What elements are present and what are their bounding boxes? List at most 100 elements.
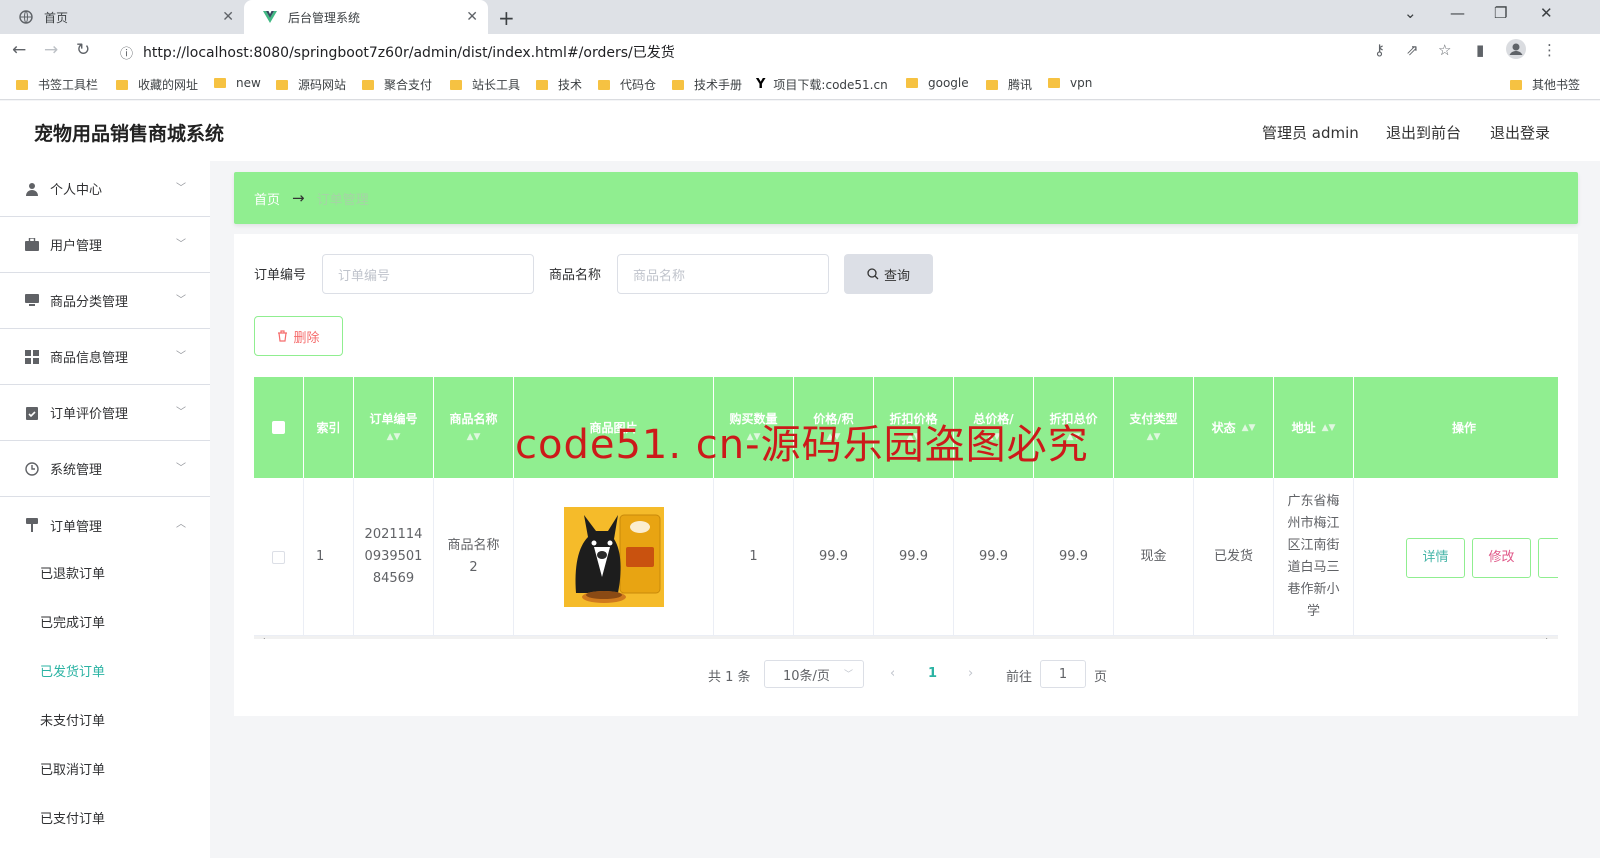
restore-icon[interactable]: ❐ <box>1494 4 1507 22</box>
sidebar-item-orders[interactable]: 订单管理 ︿ <box>0 497 210 553</box>
detail-button[interactable]: 详情 <box>1406 538 1465 578</box>
cell-discount-total: 99.9 <box>1034 478 1114 636</box>
sort-icon[interactable]: ▲▼ <box>1147 428 1161 446</box>
browser-tab-title: 首页 <box>44 10 69 25</box>
folder-icon <box>450 79 462 90</box>
chevron-down-icon: ﹀ <box>176 351 186 362</box>
bookmark-item[interactable]: 书签工具栏 <box>16 76 98 93</box>
share-icon[interactable]: ⇗ <box>1406 41 1419 59</box>
delete-button[interactable]: 删除 <box>254 316 343 356</box>
profile-icon[interactable] <box>1506 39 1526 63</box>
sidebar-subitem-refunded[interactable]: 已退款订单 <box>40 563 105 582</box>
back-to-front-link[interactable]: 退出到前台 <box>1386 122 1461 143</box>
forward-icon[interactable]: → <box>44 40 58 60</box>
column-header: 操作 <box>1451 420 1476 435</box>
scroll-left-icon[interactable]: ◀ <box>258 637 265 639</box>
scroll-right-icon[interactable]: ▶ <box>1546 637 1553 639</box>
bookmark-item-other[interactable]: 其他书签 <box>1510 76 1580 93</box>
column-header[interactable]: 商品名称 ▲▼ <box>434 377 514 478</box>
sidepanel-icon[interactable]: ▮ <box>1476 41 1484 59</box>
cell-product-name: 商品名称 2 <box>434 478 514 636</box>
close-window-icon[interactable]: ✕ <box>1540 4 1553 22</box>
product-name-input[interactable]: 商品名称 <box>617 254 829 294</box>
bookmark-item[interactable]: Y 项目下载:code51.cn <box>756 76 888 93</box>
vue-icon <box>262 9 278 25</box>
sidebar-item-system[interactable]: 系统管理 ﹀ <box>0 441 210 497</box>
browser-tabstrip: 首页 ✕ 后台管理系统 ✕ + ⌄ — ❐ ✕ <box>0 0 1600 34</box>
column-header[interactable]: 支付类型 ▲▼ <box>1114 377 1194 478</box>
current-user: 管理员 admin <box>1262 124 1359 142</box>
close-tab-icon[interactable]: ✕ <box>222 9 234 25</box>
bookmark-item[interactable]: 技术手册 <box>672 76 742 93</box>
sidebar-item-profile[interactable]: 个人中心 ﹀ <box>0 161 210 217</box>
bookmark-item[interactable]: 站长工具 <box>450 76 520 93</box>
prev-page-icon[interactable]: ‹ <box>890 666 895 681</box>
edit-button[interactable]: 修改 <box>1472 538 1531 578</box>
bookmark-item[interactable]: 技术 <box>536 76 582 93</box>
sidebar-subitem-cancelled[interactable]: 已取消订单 <box>40 759 105 778</box>
bookmark-item[interactable]: 收藏的网址 <box>116 76 198 93</box>
sidebar-subitem-completed[interactable]: 已完成订单 <box>40 612 105 631</box>
main-panel: 订单编号 订单编号 商品名称 商品名称 查询 删除 索引 订单编号 ▲▼ 商品名称… <box>234 234 1578 716</box>
info-icon[interactable]: ⓘ <box>120 43 133 62</box>
star-icon[interactable]: ☆ <box>1438 41 1451 59</box>
folder-icon <box>672 79 684 90</box>
logout-link[interactable]: 退出登录 <box>1490 122 1550 143</box>
new-tab-icon[interactable]: + <box>498 6 515 30</box>
sort-icon[interactable]: ▲▼ <box>467 428 481 446</box>
bookmark-item[interactable]: 聚合支付 <box>362 76 432 93</box>
sidebar-item-label: 用户管理 <box>50 239 103 254</box>
cell-discount-price: 99.9 <box>874 478 954 636</box>
bookmark-item[interactable]: 代码仓 <box>598 76 656 93</box>
row-checkbox[interactable] <box>272 550 285 564</box>
browser-tab-admin[interactable]: 后台管理系统 ✕ <box>244 0 488 34</box>
cell-quantity: 1 <box>714 478 794 636</box>
sidebar-item-users[interactable]: 用户管理 ﹀ <box>0 217 210 273</box>
folder-icon <box>906 78 918 88</box>
product-image[interactable] <box>563 507 664 607</box>
browser-tab-home[interactable]: 首页 ✕ <box>0 0 244 34</box>
tab-search-icon[interactable]: ⌄ <box>1404 4 1417 22</box>
bookmark-item[interactable]: vpn <box>1048 76 1092 90</box>
bookmark-item[interactable]: google <box>906 76 969 90</box>
sidebar-subitem-shipped[interactable]: 已发货订单 <box>40 661 105 680</box>
trash-icon <box>277 330 288 342</box>
bookmark-item[interactable]: new <box>214 76 261 90</box>
page-size-select[interactable]: 10条/页 ﹀ <box>764 660 864 688</box>
reload-icon[interactable]: ↻ <box>76 40 90 60</box>
sidebar-subitem-paid[interactable]: 已支付订单 <box>40 808 105 827</box>
column-header[interactable]: 地址 ▲▼ <box>1274 377 1354 478</box>
sort-icon[interactable]: ▲▼ <box>1242 419 1256 437</box>
cell-status: 已发货 <box>1194 478 1274 636</box>
row-select-cell <box>254 478 304 636</box>
query-button[interactable]: 查询 <box>844 254 933 294</box>
key-icon[interactable]: ⚷ <box>1374 41 1385 59</box>
search-icon <box>867 268 879 280</box>
url-field[interactable]: ⓘ http://localhost:8080/springboot7z60r/… <box>110 38 1390 66</box>
sidebar-item-reviews[interactable]: 订单评价管理 ﹀ <box>0 385 210 441</box>
back-icon[interactable]: ← <box>12 40 26 60</box>
sidebar-subitem-unpaid[interactable]: 未支付订单 <box>40 710 105 729</box>
column-header[interactable]: 状态 ▲▼ <box>1194 377 1274 478</box>
select-all-checkbox[interactable] <box>272 421 285 434</box>
menu-icon[interactable]: ⋮ <box>1542 41 1557 59</box>
close-tab-icon[interactable]: ✕ <box>466 9 478 25</box>
goto-page-input[interactable]: 1 <box>1040 660 1086 688</box>
column-header[interactable]: 订单编号 ▲▼ <box>354 377 434 478</box>
sidebar-item-products[interactable]: 商品信息管理 ﹀ <box>0 329 210 385</box>
horizontal-scrollbar[interactable]: ◀ ▶ <box>254 636 1558 639</box>
globe-icon <box>18 9 34 25</box>
bookmark-item[interactable]: 腾讯 <box>986 76 1032 93</box>
sort-icon[interactable]: ▲▼ <box>1322 419 1336 437</box>
order-no-input[interactable]: 订单编号 <box>322 254 534 294</box>
next-page-icon[interactable]: › <box>968 666 973 681</box>
folder-icon <box>276 79 288 90</box>
sidebar-item-categories[interactable]: 商品分类管理 ﹀ <box>0 273 210 329</box>
sort-icon[interactable]: ▲▼ <box>387 428 401 446</box>
table-row[interactable]: 1 2021114 0939501 84569 商品名称 2 1 99.9 99… <box>254 478 1558 636</box>
breadcrumb-home[interactable]: 首页 <box>254 189 280 208</box>
bookmark-item[interactable]: 源码网站 <box>276 76 346 93</box>
page-number-current[interactable]: 1 <box>928 666 937 681</box>
more-action-button[interactable] <box>1538 538 1558 578</box>
minimize-icon[interactable]: — <box>1450 4 1465 22</box>
